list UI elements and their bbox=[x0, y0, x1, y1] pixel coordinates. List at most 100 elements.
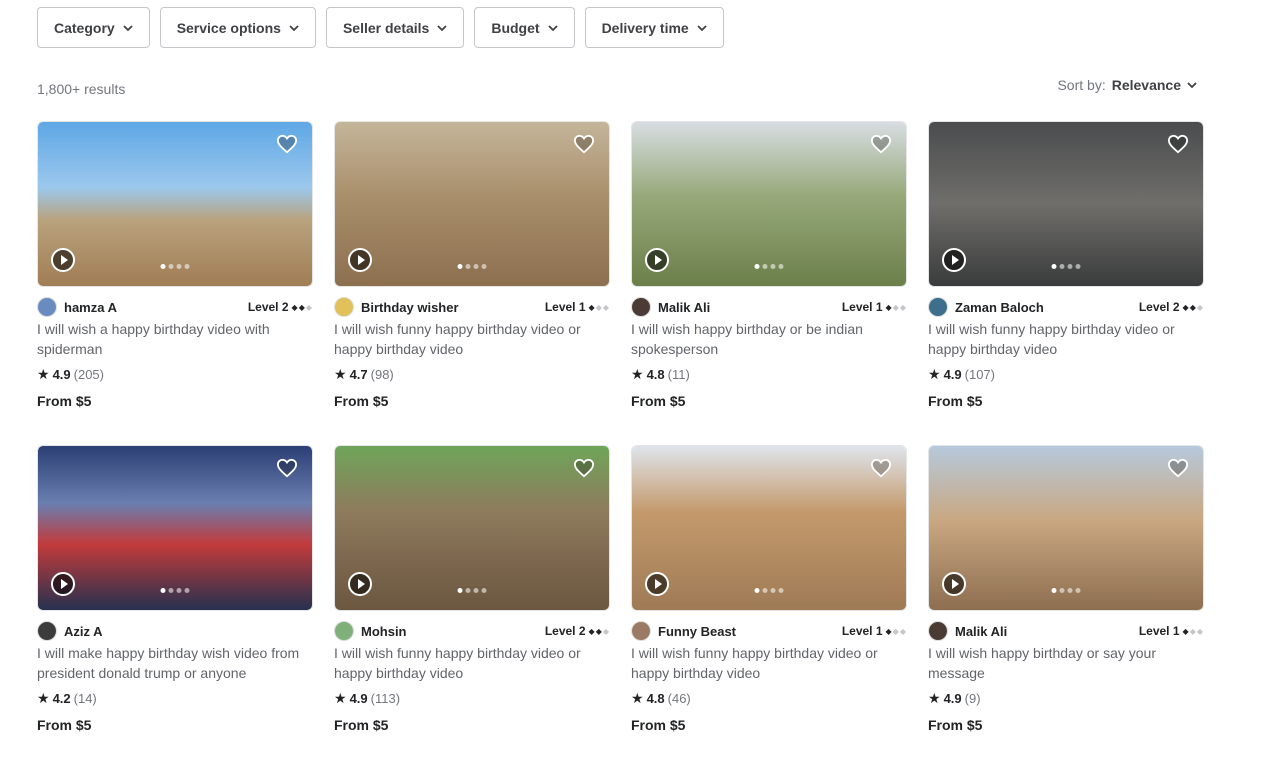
gig-card[interactable]: hamza A Level 2 ◆◆◆ I will wish a happy … bbox=[37, 121, 313, 445]
gig-title[interactable]: I will wish funny happy birthday video o… bbox=[334, 643, 610, 683]
gig-thumbnail[interactable] bbox=[37, 121, 313, 287]
gig-card[interactable]: Aziz A I will make happy birthday wish v… bbox=[37, 445, 313, 769]
seller-name[interactable]: Aziz A bbox=[64, 624, 310, 639]
avatar[interactable] bbox=[37, 621, 57, 641]
gig-thumbnail[interactable] bbox=[631, 121, 907, 287]
seller-name[interactable]: Mohsin bbox=[361, 624, 545, 639]
carousel-dot[interactable] bbox=[184, 264, 190, 269]
filter-delivery-time[interactable]: Delivery time bbox=[584, 7, 724, 48]
carousel-dot[interactable] bbox=[754, 588, 760, 593]
carousel-dot[interactable] bbox=[762, 264, 768, 269]
play-icon[interactable] bbox=[645, 572, 669, 596]
carousel-dot[interactable] bbox=[168, 588, 174, 593]
carousel-dot[interactable] bbox=[473, 588, 479, 593]
gig-thumbnail[interactable] bbox=[631, 445, 907, 611]
play-icon[interactable] bbox=[645, 248, 669, 272]
gig-card[interactable]: Malik Ali Level 1 ◆◆◆ I will wish happy … bbox=[631, 121, 907, 445]
gig-card[interactable]: Mohsin Level 2 ◆◆◆ I will wish funny hap… bbox=[334, 445, 610, 769]
heart-icon[interactable] bbox=[1167, 458, 1189, 478]
gig-card[interactable]: Zaman Baloch Level 2 ◆◆◆ I will wish fun… bbox=[928, 121, 1204, 445]
carousel-dot[interactable] bbox=[176, 588, 182, 593]
sort-control[interactable]: Sort by: Relevance bbox=[1057, 77, 1197, 93]
gig-thumbnail[interactable] bbox=[334, 445, 610, 611]
gig-price[interactable]: From $5 bbox=[334, 393, 388, 409]
play-icon[interactable] bbox=[942, 248, 966, 272]
gig-title[interactable]: I will wish a happy birthday video with … bbox=[37, 319, 313, 359]
carousel-dot[interactable] bbox=[770, 264, 776, 269]
filter-seller-details[interactable]: Seller details bbox=[325, 7, 465, 48]
gig-title[interactable]: I will make happy birthday wish video fr… bbox=[37, 643, 313, 683]
seller-name[interactable]: Birthday wisher bbox=[361, 300, 545, 315]
carousel-dot[interactable] bbox=[1059, 588, 1065, 593]
gig-thumbnail[interactable] bbox=[928, 445, 1204, 611]
carousel-dot[interactable] bbox=[465, 588, 471, 593]
carousel-dot[interactable] bbox=[160, 264, 166, 269]
seller-name[interactable]: Funny Beast bbox=[658, 624, 842, 639]
gig-title[interactable]: I will wish funny happy birthday video o… bbox=[631, 643, 907, 683]
seller-name[interactable]: hamza A bbox=[64, 300, 248, 315]
gig-price[interactable]: From $5 bbox=[631, 393, 685, 409]
play-icon[interactable] bbox=[942, 572, 966, 596]
carousel-dot[interactable] bbox=[465, 264, 471, 269]
carousel-dot[interactable] bbox=[1051, 588, 1057, 593]
avatar[interactable] bbox=[334, 621, 354, 641]
gig-card[interactable]: Malik Ali Level 1 ◆◆◆ I will wish happy … bbox=[928, 445, 1204, 769]
gig-price[interactable]: From $5 bbox=[37, 717, 91, 733]
carousel-dot[interactable] bbox=[1067, 588, 1073, 593]
heart-icon[interactable] bbox=[870, 134, 892, 154]
carousel-dot[interactable] bbox=[1075, 264, 1081, 269]
carousel-dot[interactable] bbox=[168, 264, 174, 269]
gig-thumbnail[interactable] bbox=[928, 121, 1204, 287]
gig-price[interactable]: From $5 bbox=[334, 717, 388, 733]
carousel-dot[interactable] bbox=[762, 588, 768, 593]
carousel-dot[interactable] bbox=[481, 264, 487, 269]
carousel-dot[interactable] bbox=[457, 264, 463, 269]
gig-card[interactable]: Birthday wisher Level 1 ◆◆◆ I will wish … bbox=[334, 121, 610, 445]
carousel-dot[interactable] bbox=[184, 588, 190, 593]
heart-icon[interactable] bbox=[1167, 134, 1189, 154]
gig-card[interactable]: Funny Beast Level 1 ◆◆◆ I will wish funn… bbox=[631, 445, 907, 769]
play-icon[interactable] bbox=[348, 248, 372, 272]
carousel-dot[interactable] bbox=[473, 264, 479, 269]
carousel-dot[interactable] bbox=[457, 588, 463, 593]
avatar[interactable] bbox=[928, 297, 948, 317]
carousel-dot[interactable] bbox=[1067, 264, 1073, 269]
heart-icon[interactable] bbox=[276, 458, 298, 478]
heart-icon[interactable] bbox=[870, 458, 892, 478]
gig-price[interactable]: From $5 bbox=[37, 393, 91, 409]
gig-title[interactable]: I will wish happy birthday or be indian … bbox=[631, 319, 907, 359]
gig-title[interactable]: I will wish funny happy birthday video o… bbox=[928, 319, 1204, 359]
filter-category[interactable]: Category bbox=[37, 7, 150, 48]
carousel-dot[interactable] bbox=[754, 264, 760, 269]
avatar[interactable] bbox=[631, 621, 651, 641]
gig-thumbnail[interactable] bbox=[37, 445, 313, 611]
carousel-dot[interactable] bbox=[778, 588, 784, 593]
gig-price[interactable]: From $5 bbox=[928, 717, 982, 733]
gig-title[interactable]: I will wish happy birthday or say your m… bbox=[928, 643, 1204, 683]
gig-thumbnail[interactable] bbox=[334, 121, 610, 287]
carousel-dot[interactable] bbox=[176, 264, 182, 269]
carousel-dot[interactable] bbox=[1059, 264, 1065, 269]
avatar[interactable] bbox=[928, 621, 948, 641]
play-icon[interactable] bbox=[51, 572, 75, 596]
seller-name[interactable]: Malik Ali bbox=[658, 300, 842, 315]
gig-price[interactable]: From $5 bbox=[631, 717, 685, 733]
carousel-dot[interactable] bbox=[770, 588, 776, 593]
seller-name[interactable]: Malik Ali bbox=[955, 624, 1139, 639]
play-icon[interactable] bbox=[348, 572, 372, 596]
carousel-dot[interactable] bbox=[1075, 588, 1081, 593]
carousel-dot[interactable] bbox=[160, 588, 166, 593]
gig-title[interactable]: I will wish funny happy birthday video o… bbox=[334, 319, 610, 359]
heart-icon[interactable] bbox=[276, 134, 298, 154]
play-icon[interactable] bbox=[51, 248, 75, 272]
carousel-dot[interactable] bbox=[1051, 264, 1057, 269]
gig-price[interactable]: From $5 bbox=[928, 393, 982, 409]
avatar[interactable] bbox=[631, 297, 651, 317]
avatar[interactable] bbox=[334, 297, 354, 317]
filter-budget[interactable]: Budget bbox=[474, 7, 575, 48]
heart-icon[interactable] bbox=[573, 134, 595, 154]
sort-value[interactable]: Relevance bbox=[1112, 77, 1181, 93]
heart-icon[interactable] bbox=[573, 458, 595, 478]
filter-service-options[interactable]: Service options bbox=[159, 7, 316, 48]
carousel-dot[interactable] bbox=[481, 588, 487, 593]
